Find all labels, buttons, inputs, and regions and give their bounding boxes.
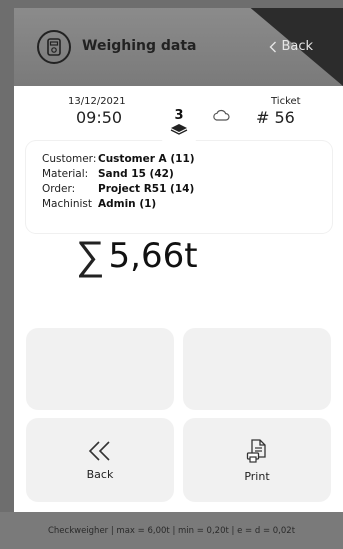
double-chevron-left-icon (88, 440, 110, 461)
back-button[interactable]: Back (26, 418, 174, 502)
customer-value: Customer A (11) (98, 153, 195, 165)
material-value: Sand 15 (42) (98, 168, 174, 180)
cloud-icon (212, 106, 230, 125)
details-row-order: Order: Project R51 (14) (42, 183, 194, 195)
machinist-label: Machinist (42, 198, 92, 210)
scale-icon (37, 30, 71, 64)
material-label: Material: (42, 168, 89, 180)
details-card: Customer: Customer A (11) Material: Sand… (26, 141, 332, 233)
main-panel: 13/12/2021 09:50 Ticket # 56 Customer: C… (14, 86, 343, 512)
header-back-button[interactable]: Back (269, 39, 313, 54)
sum-icon: ∑ (76, 233, 105, 279)
layers-icon (170, 124, 188, 135)
scale-spec-text: Checkweigher | max = 6,00t | min = 0,20t… (47, 525, 296, 536)
total-weight-value: 5,66t (108, 236, 198, 276)
total-weight: ∑ 5,66t (76, 236, 198, 276)
empty-tile-right (183, 328, 331, 410)
status-footer: Checkweigher | max = 6,00t | min = 0,20t… (0, 512, 343, 549)
page-title: Weighing data (82, 38, 197, 54)
print-button-label: Print (244, 469, 270, 483)
header-bar: Weighing data Back (14, 8, 343, 86)
printer-icon (246, 438, 266, 463)
details-row-machinist: Machinist Admin (1) (42, 198, 156, 210)
details-row-material: Material: Sand 15 (42) (42, 168, 174, 180)
print-button[interactable]: Print (183, 418, 331, 502)
order-value: Project R51 (14) (98, 183, 195, 195)
order-label: Order: (42, 183, 76, 195)
details-row-customer: Customer: Customer A (11) (42, 153, 195, 165)
machinist-value: Admin (1) (98, 198, 157, 210)
customer-label: Customer: (42, 153, 97, 165)
load-count: 3 (174, 108, 184, 123)
time: 09:50 (76, 108, 123, 127)
ticket-label: Ticket (271, 96, 301, 107)
back-button-label: Back (86, 467, 114, 481)
header-back-label: Back (281, 39, 313, 54)
load-count-badge: 3 (158, 104, 200, 150)
empty-tile-left (26, 328, 174, 410)
date: 13/12/2021 (68, 96, 126, 107)
ticket-number: # 56 (256, 108, 295, 127)
chevron-left-icon (269, 41, 277, 52)
